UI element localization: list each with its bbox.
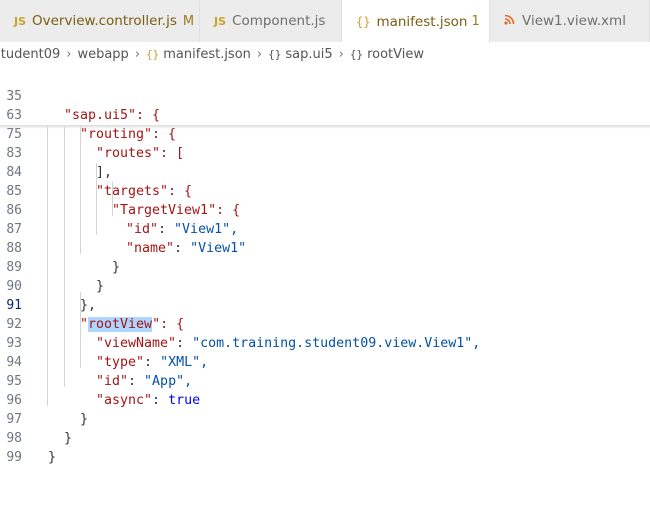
code-line[interactable]: 83 ], [0,125,650,180]
breadcrumb-item-node2[interactable]: rootView [367,47,424,62]
code-line[interactable]: 93 "type": "XML", [0,315,650,370]
editor-tab-bar: JS Overview.controller.js M JS Component… [0,0,650,43]
tab-label: manifest.json [376,13,468,30]
chevron-right-icon: › [338,46,344,62]
tab-label: Component.js [232,13,326,29]
code-line[interactable]: 75 "routes": [ [0,106,650,161]
code-line[interactable]: 89 } [0,239,650,294]
tab-manifest-json[interactable]: {} manifest.json 1 × [342,0,490,43]
code-line[interactable]: 97 } [0,391,650,446]
code-line[interactable]: 98 } [0,410,650,465]
object-icon: {} [268,47,282,61]
tab-view1-view-xml[interactable]: View1.view.xml [490,0,650,42]
code-line[interactable]: 90 }, [0,258,650,313]
code-line[interactable]: 95 "async": true [0,353,650,408]
code-line-current[interactable]: 91 "rootView": { [0,277,650,332]
chevron-right-icon: › [256,46,263,62]
object-icon: {} [349,47,364,61]
code-editor[interactable]: 35 "sap.ui5": { 63 "routing": { 75 "rout… [0,66,650,465]
tab-label: Overview.controller.js [32,13,177,29]
rss-file-icon [504,14,515,28]
chevron-right-icon: › [134,46,141,62]
code-line[interactable]: 63 "routing": { [0,87,650,142]
breadcrumb-item-root[interactable]: student09 [0,47,60,62]
modified-indicator: M [182,13,195,29]
problem-count-badge: 1 [471,14,480,29]
line-number: 99 [6,450,22,465]
javascript-file-icon: JS [14,14,27,28]
breadcrumb-item-file[interactable]: manifest.json [163,47,251,62]
tab-component[interactable]: JS Component.js [200,0,342,42]
code-line[interactable]: 86 "id": "View1", [0,182,650,237]
json-file-icon: {} [356,14,371,29]
code-line[interactable]: 96 } [0,372,650,427]
javascript-file-icon: JS [214,14,227,28]
code-line[interactable]: 35 "sap.ui5": { [0,68,650,123]
code-line[interactable]: 87 "name": "View1" [0,201,650,256]
code-line[interactable]: 88 } [0,220,650,275]
breadcrumb-item-folder[interactable]: webapp [77,47,128,62]
code-line[interactable]: 94 "id": "App", [0,334,650,389]
breadcrumb: student09 › webapp › {} manifest.json › … [0,42,650,66]
tab-overview-controller[interactable]: JS Overview.controller.js M [0,0,200,42]
json-file-icon: {} [146,47,160,61]
code-text: } [48,450,57,465]
code-line[interactable]: 85 "TargetView1": { [0,163,650,218]
code-line[interactable]: 92 "viewName": "com.training.student09.v… [0,296,650,351]
code-line[interactable]: 84 "targets": { [0,144,650,199]
breadcrumb-item-node1[interactable]: sap.ui5 [285,47,332,62]
chevron-right-icon: › [66,46,72,62]
tab-label: View1.view.xml [522,13,626,29]
code-line[interactable]: 99 [0,429,650,465]
